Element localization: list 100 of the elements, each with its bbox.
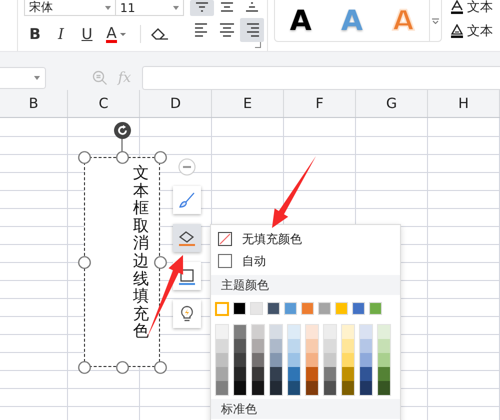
color-swatch[interactable] (234, 353, 246, 367)
color-swatch[interactable] (216, 353, 228, 367)
color-swatch[interactable] (252, 325, 264, 339)
color-swatch[interactable] (216, 339, 228, 353)
color-swatch[interactable] (378, 339, 390, 353)
collapse-icon[interactable] (178, 158, 196, 176)
color-swatch[interactable] (252, 353, 264, 367)
color-swatch[interactable] (378, 367, 390, 381)
column-header[interactable]: G (386, 96, 397, 112)
color-swatch[interactable] (342, 367, 354, 381)
color-swatch[interactable] (216, 325, 228, 339)
color-swatch[interactable] (306, 381, 318, 395)
color-swatch[interactable] (270, 367, 282, 381)
color-swatch[interactable] (360, 325, 372, 339)
color-swatch[interactable] (352, 302, 365, 315)
resize-handle[interactable] (154, 151, 167, 164)
resize-handle[interactable] (154, 256, 167, 269)
more-styles-button[interactable] (429, 0, 441, 41)
color-swatch[interactable] (306, 325, 318, 339)
resize-handle[interactable] (154, 361, 167, 374)
color-swatch[interactable] (360, 353, 372, 367)
text-command-label[interactable]: 文本 (467, 0, 493, 16)
menu-item[interactable]: 自动 (211, 250, 400, 272)
color-swatch[interactable] (252, 339, 264, 353)
formula-input[interactable] (142, 66, 500, 90)
color-swatch[interactable] (216, 381, 228, 395)
color-swatch[interactable] (342, 381, 354, 395)
column-header[interactable]: F (315, 96, 324, 112)
column-header[interactable]: E (243, 96, 252, 112)
color-swatch[interactable] (288, 353, 300, 367)
text-fill-icon[interactable] (450, 0, 464, 14)
color-swatch[interactable] (369, 302, 382, 315)
color-swatch[interactable] (250, 302, 263, 315)
resize-handle[interactable] (116, 361, 129, 374)
color-swatch[interactable] (288, 381, 300, 395)
color-swatch[interactable] (342, 353, 354, 367)
color-swatch[interactable] (270, 325, 282, 339)
bold-button[interactable]: B (24, 23, 46, 45)
resize-handle[interactable] (116, 151, 129, 164)
column-header[interactable]: H (458, 96, 469, 112)
text-command-label[interactable]: 文本 (467, 22, 493, 40)
color-swatch[interactable] (233, 302, 246, 315)
resize-handle[interactable] (78, 256, 91, 269)
color-swatch[interactable] (234, 381, 246, 395)
color-swatch[interactable] (288, 367, 300, 381)
color-swatch[interactable] (267, 302, 280, 315)
font-size-dropdown[interactable]: 11 (116, 0, 184, 16)
color-swatch[interactable] (360, 367, 372, 381)
underline-button[interactable]: U (76, 23, 98, 45)
color-swatch[interactable] (378, 325, 390, 339)
color-swatch[interactable] (306, 353, 318, 367)
zoom-icon[interactable] (92, 70, 108, 86)
color-swatch[interactable] (342, 325, 354, 339)
color-swatch[interactable] (324, 339, 336, 353)
dialog-launcher-icon[interactable] (255, 42, 261, 48)
color-swatch[interactable] (360, 339, 372, 353)
color-swatch[interactable] (288, 339, 300, 353)
color-swatch[interactable] (288, 325, 300, 339)
color-swatch[interactable] (270, 353, 282, 367)
color-swatch[interactable] (335, 302, 348, 315)
color-swatch[interactable] (270, 339, 282, 353)
color-swatch[interactable] (318, 302, 331, 315)
brush-tool-button[interactable] (173, 186, 201, 214)
column-header[interactable]: C (98, 96, 108, 112)
quick-tool-button[interactable] (173, 300, 201, 328)
color-swatch[interactable] (234, 367, 246, 381)
color-swatch[interactable] (234, 325, 246, 339)
italic-button[interactable]: I (50, 23, 72, 45)
fill-tool-button[interactable] (173, 224, 201, 252)
color-swatch[interactable] (360, 381, 372, 395)
color-swatch[interactable] (306, 367, 318, 381)
color-swatch[interactable] (215, 302, 229, 316)
text-box[interactable]: 文本框取消边线填充色 (84, 157, 160, 367)
color-swatch[interactable] (342, 339, 354, 353)
name-box[interactable] (0, 67, 46, 89)
color-swatch[interactable] (324, 381, 336, 395)
align-right-button[interactable] (240, 18, 264, 42)
color-swatch[interactable] (378, 381, 390, 395)
text-outline-icon[interactable] (450, 24, 464, 38)
color-swatch[interactable] (324, 325, 336, 339)
column-header[interactable]: B (28, 96, 38, 112)
rotate-handle[interactable] (114, 122, 131, 139)
color-swatch[interactable] (324, 353, 336, 367)
color-swatch[interactable] (378, 353, 390, 367)
column-header[interactable]: D (170, 96, 181, 112)
color-swatch[interactable] (216, 367, 228, 381)
font-color-button[interactable]: A (102, 23, 130, 45)
menu-item[interactable]: 无填充颜色 (211, 228, 400, 250)
wordart-style[interactable]: A (290, 4, 312, 36)
color-swatch[interactable] (306, 339, 318, 353)
color-swatch[interactable] (301, 302, 314, 315)
color-swatch[interactable] (270, 381, 282, 395)
resize-handle[interactable] (78, 361, 91, 374)
color-swatch[interactable] (252, 381, 264, 395)
color-swatch[interactable] (284, 302, 297, 315)
color-swatch[interactable] (324, 367, 336, 381)
eraser-icon[interactable] (151, 27, 169, 41)
align-top-button[interactable] (190, 0, 214, 16)
color-swatch[interactable] (252, 367, 264, 381)
color-swatch[interactable] (234, 339, 246, 353)
